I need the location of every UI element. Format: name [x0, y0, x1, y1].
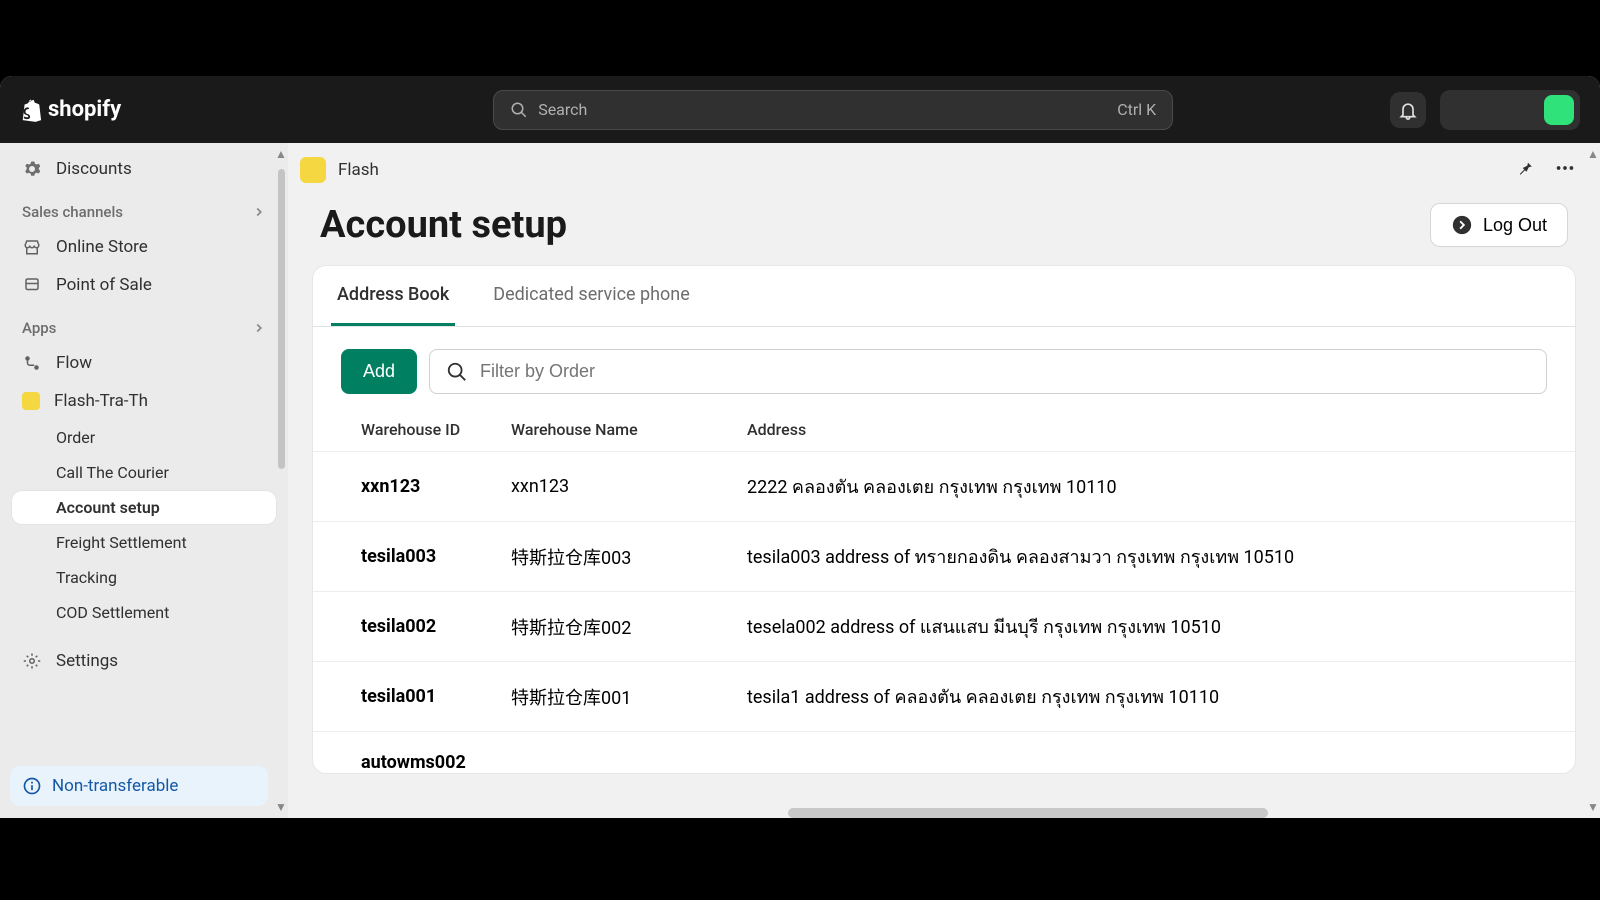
cell-name: 特斯拉仓库001	[511, 684, 747, 710]
scroll-up-arrow: ▲	[275, 147, 287, 161]
sidebar-item-label: Online Store	[56, 237, 148, 257]
sidebar-sub-tracking[interactable]: Tracking	[12, 561, 276, 594]
cell-id: xxn123	[361, 476, 511, 497]
cell-id: autowms002	[361, 752, 511, 773]
sidebar-online-store[interactable]: Online Store	[12, 229, 276, 265]
tabs: Address Book Dedicated service phone	[313, 266, 1575, 327]
sidebar-sub-account-setup[interactable]: Account setup	[12, 491, 276, 524]
tab-address-book[interactable]: Address Book	[331, 266, 455, 326]
avatar	[1544, 95, 1574, 125]
sidebar-sub-call-courier[interactable]: Call The Courier	[12, 456, 276, 489]
shopify-bag-icon	[20, 98, 42, 122]
sidebar-section-apps[interactable]: Apps	[12, 305, 276, 345]
search-shortcut: Ctrl K	[1117, 100, 1156, 119]
cell-name: 特斯拉仓库003	[511, 544, 747, 570]
sidebar-sub-order[interactable]: Order	[12, 421, 276, 454]
sidebar: Discounts Sales channels Online Store Po…	[0, 143, 288, 818]
gear-icon	[22, 651, 42, 671]
flash-app-icon	[300, 157, 326, 183]
sidebar-point-of-sale[interactable]: Point of Sale	[12, 267, 276, 303]
pin-button[interactable]	[1516, 159, 1534, 181]
account-card: Address Book Dedicated service phone Add…	[312, 265, 1576, 774]
logout-button[interactable]: Log Out	[1430, 203, 1568, 247]
sidebar-item-label: Discounts	[56, 159, 132, 179]
info-icon	[22, 776, 42, 796]
more-button[interactable]	[1554, 157, 1576, 183]
chevron-right-icon	[252, 321, 266, 335]
sidebar-app-flash[interactable]: Flash-Tra-Th	[12, 383, 276, 419]
logout-label: Log Out	[1483, 215, 1547, 236]
add-button[interactable]: Add	[341, 349, 417, 394]
app-name: Flash	[338, 160, 379, 180]
sidebar-settings[interactable]: Settings	[12, 643, 276, 679]
chevron-right-icon	[252, 205, 266, 219]
cell-id: tesila003	[361, 546, 511, 567]
table-row[interactable]: tesila002 特斯拉仓库002 tesela002 address of …	[313, 591, 1575, 661]
cell-name: xxn123	[511, 476, 747, 497]
search-placeholder: Search	[538, 100, 587, 119]
horizontal-scrollbar[interactable]	[788, 808, 1268, 818]
bell-icon	[1398, 100, 1418, 120]
col-header-id: Warehouse ID	[361, 420, 511, 439]
section-label: Apps	[22, 319, 56, 337]
table-row[interactable]: autowms002	[313, 731, 1575, 773]
sidebar-item-label: Settings	[56, 651, 118, 671]
cell-name: 特斯拉仓库002	[511, 614, 747, 640]
sidebar-sub-freight-settlement[interactable]: Freight Settlement	[12, 526, 276, 559]
flow-icon	[22, 353, 42, 373]
sidebar-item-label: Point of Sale	[56, 275, 152, 295]
table-body: xxn123 xxn123 2222 คลองตัน คลองเตย กรุงเ…	[313, 451, 1575, 773]
sidebar-app-flow[interactable]: Flow	[12, 345, 276, 381]
scroll-thumb[interactable]	[278, 169, 285, 469]
cell-address: tesila003 address of ทรายกองดิน คลองสามว…	[747, 542, 1547, 571]
filter-input[interactable]	[480, 361, 1530, 382]
badge-label: Non-transferable	[52, 776, 178, 796]
section-label: Sales channels	[22, 203, 123, 221]
sidebar-section-sales-channels[interactable]: Sales channels	[12, 189, 276, 229]
search-icon	[446, 361, 468, 383]
pos-icon	[22, 275, 42, 295]
gear-icon	[22, 159, 42, 179]
main-content: Flash Account setup Log Out Address Book…	[288, 143, 1600, 818]
sidebar-item-label: Flash-Tra-Th	[54, 391, 148, 411]
cell-id: tesila002	[361, 616, 511, 637]
notifications-button[interactable]	[1390, 92, 1426, 128]
store-icon	[22, 237, 42, 257]
search-input[interactable]: Search Ctrl K	[493, 90, 1173, 130]
non-transferable-badge[interactable]: Non-transferable	[10, 766, 268, 806]
flash-app-icon	[22, 392, 40, 410]
page-title: Account setup	[320, 203, 567, 247]
brand-logo[interactable]: shopify	[20, 97, 121, 122]
cell-address: tesila1 address of คลองตัน คลองเตย กรุงเ…	[747, 682, 1547, 711]
table-header: Warehouse ID Warehouse Name Address	[313, 394, 1575, 451]
sidebar-discounts[interactable]: Discounts	[12, 151, 276, 187]
account-menu[interactable]	[1440, 90, 1580, 130]
cell-address: tesela002 address of แสนแสบ มีนบุรี กรุง…	[747, 612, 1547, 641]
brand-name: shopify	[48, 97, 121, 122]
sidebar-item-label: Flow	[56, 353, 92, 373]
table-row[interactable]: tesila001 特斯拉仓库001 tesila1 address of คล…	[313, 661, 1575, 731]
cell-address: 2222 คลองตัน คลองเตย กรุงเทพ กรุงเทพ 101…	[747, 472, 1547, 501]
scroll-down-arrow: ▼	[1587, 800, 1599, 814]
app-header: Flash	[288, 143, 1600, 197]
tab-dedicated-phone[interactable]: Dedicated service phone	[487, 266, 696, 326]
table-row[interactable]: tesila003 特斯拉仓库003 tesila003 address of …	[313, 521, 1575, 591]
search-icon	[510, 101, 528, 119]
table-row[interactable]: xxn123 xxn123 2222 คลองตัน คลองเตย กรุงเ…	[313, 451, 1575, 521]
col-header-name: Warehouse Name	[511, 420, 747, 439]
scroll-down-arrow: ▼	[275, 800, 287, 814]
sidebar-sub-cod-settlement[interactable]: COD Settlement	[12, 596, 276, 629]
scroll-up-arrow: ▲	[1587, 147, 1599, 161]
main-scrollbar[interactable]: ▲ ▼	[1586, 143, 1600, 818]
cell-id: tesila001	[361, 686, 511, 707]
col-header-address: Address	[747, 420, 1547, 439]
filter-input-wrap[interactable]	[429, 349, 1547, 394]
sidebar-scrollbar[interactable]: ▲ ▼	[274, 143, 288, 818]
logout-icon	[1451, 214, 1473, 236]
topbar: shopify Search Ctrl K	[0, 76, 1600, 143]
